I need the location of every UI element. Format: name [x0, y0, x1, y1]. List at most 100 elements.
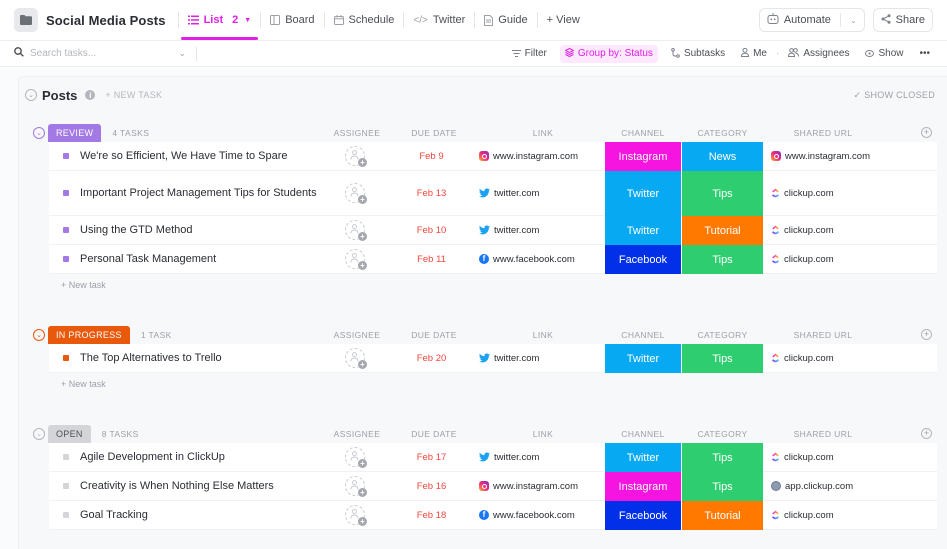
shared-url-cell[interactable]: clickup.com [771, 254, 834, 265]
shared-url-cell[interactable]: www.instagram.com [771, 151, 870, 162]
group-by-button[interactable]: Group by: Status [559, 44, 658, 63]
tab-list[interactable]: List 2 ▼ [179, 0, 261, 41]
column-header-category[interactable]: CATEGORY [682, 429, 763, 439]
status-indicator[interactable] [63, 454, 69, 460]
new-task-row-button[interactable]: + New task [61, 373, 947, 395]
info-icon[interactable]: i [85, 90, 96, 100]
tab-guide[interactable]: Guide [475, 0, 536, 41]
column-header-assignee[interactable]: ASSIGNEE [329, 128, 385, 138]
status-indicator[interactable] [63, 190, 69, 196]
shared-url-cell[interactable]: clickup.com [771, 188, 834, 199]
collapse-group-toggle[interactable]: ⌄ [33, 428, 45, 440]
tab-board[interactable]: Board [261, 0, 323, 41]
column-header-shared-url[interactable]: SHARED URL [783, 128, 863, 138]
channel-cell[interactable]: Facebook [605, 245, 681, 274]
channel-cell[interactable]: Twitter [605, 443, 681, 472]
task-name[interactable]: The Top Alternatives to Trello [80, 349, 320, 367]
show-closed-button[interactable]: ✓ SHOW CLOSED [854, 90, 935, 101]
assignees-button[interactable]: Assignees [785, 45, 852, 63]
task-name[interactable]: We're so Efficient, We Have Time to Spar… [80, 147, 320, 165]
column-header-link[interactable]: LINK [513, 429, 573, 439]
link-cell[interactable]: twitter.com [479, 188, 539, 199]
tab-schedule[interactable]: Schedule [325, 0, 404, 41]
task-name[interactable]: Goal Tracking [80, 506, 320, 524]
new-task-button[interactable]: + NEW TASK [105, 90, 162, 100]
add-column-icon[interactable]: + [921, 127, 932, 138]
folder-icon[interactable] [14, 8, 38, 32]
assignee-avatar-placeholder[interactable]: + [345, 249, 367, 270]
category-cell[interactable]: Tips [682, 472, 763, 501]
assignee-avatar-placeholder[interactable]: + [345, 183, 367, 204]
task-row[interactable]: The Top Alternatives to Trello + Feb 20 twi… [49, 344, 937, 373]
caret-down-icon[interactable]: ▼ [244, 17, 251, 24]
due-date[interactable]: Feb 20 [404, 353, 459, 364]
due-date[interactable]: Feb 13 [404, 188, 459, 199]
column-header-shared-url[interactable]: SHARED URL [783, 330, 863, 340]
automate-button[interactable]: Automate ⌄ [758, 8, 865, 32]
assignee-avatar-placeholder[interactable]: + [345, 447, 367, 468]
assignee-avatar-placeholder[interactable]: + [345, 505, 367, 526]
category-cell[interactable]: News [682, 142, 763, 171]
column-header-assignee[interactable]: ASSIGNEE [329, 429, 385, 439]
column-header-shared-url[interactable]: SHARED URL [783, 429, 863, 439]
status-badge[interactable]: REVIEW [48, 124, 102, 142]
task-row[interactable]: Personal Task Management + Feb 11 f www.face… [49, 245, 937, 274]
collapse-list-toggle[interactable]: ⌄ [25, 89, 37, 101]
link-cell[interactable]: www.instagram.com [479, 481, 578, 492]
column-header-link[interactable]: LINK [513, 330, 573, 340]
status-indicator[interactable] [63, 153, 69, 159]
channel-cell[interactable]: Instagram [605, 142, 681, 171]
task-row[interactable]: Creativity is When Nothing Else Matters +… [49, 472, 937, 501]
chevron-down-icon[interactable]: ⌄ [850, 16, 857, 25]
column-header-category[interactable]: CATEGORY [682, 330, 763, 340]
category-cell[interactable]: Tips [682, 245, 763, 274]
task-row[interactable]: We're so Efficient, We Have Time to Spar… [49, 142, 937, 171]
due-date[interactable]: Feb 11 [404, 254, 459, 265]
search-box[interactable]: ⌄ [14, 47, 186, 60]
due-date[interactable]: Feb 18 [404, 510, 459, 521]
category-cell[interactable]: Tutorial [682, 501, 763, 530]
link-cell[interactable]: twitter.com [479, 225, 539, 236]
status-indicator[interactable] [63, 227, 69, 233]
task-row[interactable]: Agile Development in ClickUp + Feb 17 twitt… [49, 443, 937, 472]
chevron-down-icon[interactable]: ⌄ [178, 48, 186, 59]
column-header-due-date[interactable]: DUE DATE [404, 429, 464, 439]
column-header-category[interactable]: CATEGORY [682, 128, 763, 138]
status-indicator[interactable] [63, 256, 69, 262]
add-column-icon[interactable]: + [921, 329, 932, 340]
collapse-group-toggle[interactable]: ⌄ [33, 329, 45, 341]
due-date[interactable]: Feb 10 [404, 225, 459, 236]
search-input[interactable] [30, 48, 173, 59]
category-cell[interactable]: Tips [682, 344, 763, 373]
assignee-avatar-placeholder[interactable]: + [345, 146, 367, 167]
task-name[interactable]: Agile Development in ClickUp [80, 448, 320, 466]
add-view-button[interactable]: + View [538, 0, 589, 41]
status-badge[interactable]: OPEN [48, 425, 91, 443]
link-cell[interactable]: f www.facebook.com [479, 254, 575, 265]
channel-cell[interactable]: Twitter [605, 344, 681, 373]
task-row[interactable]: Important Project Management Tips for St… [49, 171, 937, 216]
task-row[interactable]: Goal Tracking + Feb 18 f www.facebook.com Fac… [49, 501, 937, 530]
task-name[interactable]: Important Project Management Tips for St… [80, 184, 320, 202]
category-cell[interactable]: Tips [682, 443, 763, 472]
task-name[interactable]: Personal Task Management [80, 250, 320, 268]
me-button[interactable]: Me [738, 45, 770, 63]
assignee-avatar-placeholder[interactable]: + [345, 348, 367, 369]
category-cell[interactable]: Tutorial [682, 216, 763, 245]
status-indicator[interactable] [63, 355, 69, 361]
more-options-button[interactable]: ••• [916, 45, 933, 63]
channel-cell[interactable]: Twitter [605, 216, 681, 245]
status-indicator[interactable] [63, 483, 69, 489]
link-cell[interactable]: www.instagram.com [479, 151, 578, 162]
column-header-channel[interactable]: CHANNEL [605, 429, 681, 439]
due-date[interactable]: Feb 16 [404, 481, 459, 492]
show-button[interactable]: Show [862, 45, 906, 63]
channel-cell[interactable]: Instagram [605, 472, 681, 501]
shared-url-cell[interactable]: app.clickup.com [771, 481, 853, 492]
channel-cell[interactable]: Facebook [605, 501, 681, 530]
link-cell[interactable]: twitter.com [479, 452, 539, 463]
column-header-channel[interactable]: CHANNEL [605, 128, 681, 138]
column-header-due-date[interactable]: DUE DATE [404, 128, 464, 138]
subtasks-button[interactable]: Subtasks [668, 45, 728, 63]
column-header-channel[interactable]: CHANNEL [605, 330, 681, 340]
